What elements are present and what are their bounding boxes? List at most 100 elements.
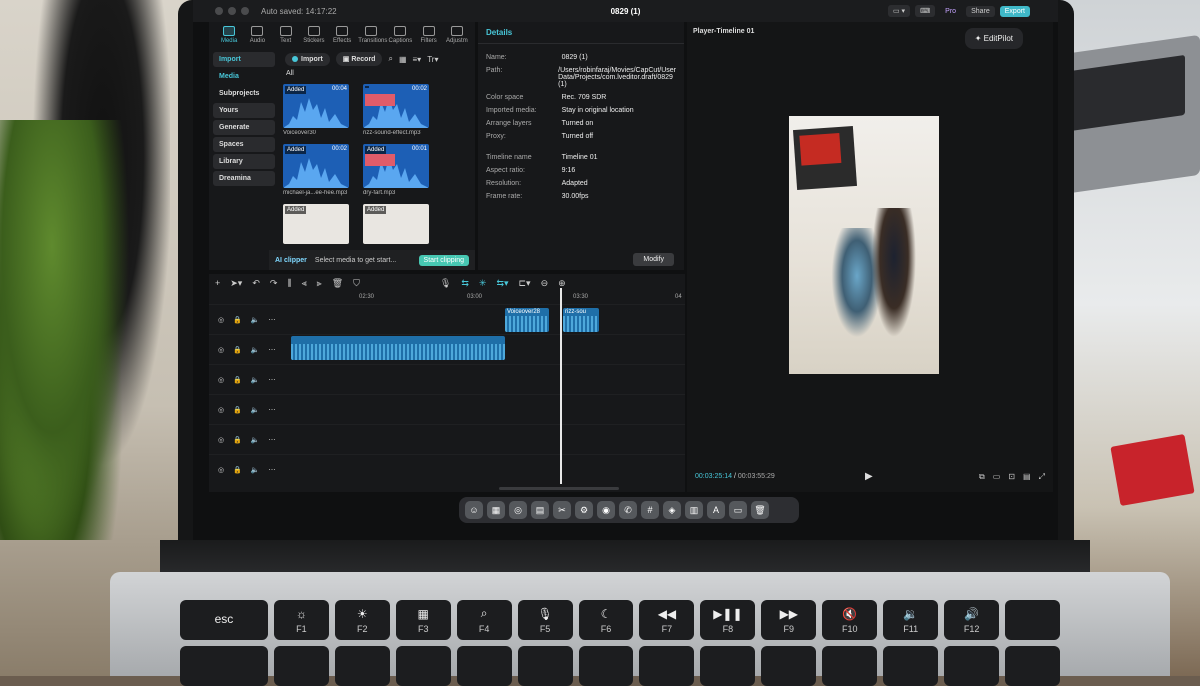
playhead[interactable] — [560, 288, 562, 484]
media-tile[interactable]: Added 00:01 dry-fart.mp3 — [363, 144, 431, 200]
import-button[interactable]: Import — [285, 52, 330, 66]
microphone-icon[interactable]: 🎙 — [440, 278, 451, 289]
whatsapp-icon[interactable]: ✆ — [619, 501, 637, 519]
sidebar-item-library[interactable]: Library — [213, 154, 275, 169]
more-icon[interactable]: ⋯ — [269, 466, 276, 474]
notes-icon[interactable]: ▤ — [531, 501, 549, 519]
more-icon[interactable]: ⋯ — [269, 436, 276, 444]
select-tool-icon[interactable]: ➤▾ — [230, 278, 242, 289]
tab-captions[interactable]: Captions — [388, 26, 412, 44]
sidebar-item-generate[interactable]: Generate — [213, 120, 275, 135]
grid-view-icon[interactable]: ▦ — [399, 55, 407, 64]
video-preview[interactable] — [789, 116, 939, 374]
snap-icon[interactable]: ⇆▾ — [496, 278, 508, 289]
media-tile[interactable]: Added — [283, 204, 351, 256]
timeline-scrollbar[interactable] — [499, 487, 619, 490]
trash-icon[interactable]: 🗑 — [751, 501, 769, 519]
delete-icon[interactable]: 🗑 — [332, 278, 343, 289]
crop-icon[interactable]: ⧉ — [979, 472, 985, 482]
timeline-clip-voiceover[interactable]: Voiceover28 — [505, 308, 549, 332]
track-visibility-icon[interactable]: ◎ — [218, 406, 224, 414]
more-icon[interactable]: ⋯ — [269, 316, 276, 324]
search-icon[interactable]: ⌕ — [388, 54, 392, 64]
track-visibility-icon[interactable]: ◎ — [218, 376, 224, 384]
quality-icon[interactable]: ▤ — [1023, 472, 1031, 482]
screen-icon[interactable]: ▭ — [729, 501, 747, 519]
sidebar-item-subprojects[interactable]: Subprojects — [213, 86, 275, 101]
pro-badge[interactable]: Pro — [940, 6, 961, 17]
chatgpt-icon[interactable]: ◈ — [663, 501, 681, 519]
sidebar-item-dreamina[interactable]: Dreamina — [213, 171, 275, 186]
share-button[interactable]: Share — [966, 5, 995, 17]
mute-icon[interactable]: 🔈 — [251, 346, 260, 354]
timeline-ruler[interactable]: 02:30 03:00 03:30 04 — [291, 292, 685, 304]
lock-icon[interactable]: 🔒 — [233, 406, 242, 414]
sidebar-item-spaces[interactable]: Spaces — [213, 137, 275, 152]
sort-icon[interactable]: ≡▾ — [413, 55, 422, 64]
sidebar-item-import[interactable]: Import — [213, 52, 275, 67]
link-icon[interactable]: ⇆ — [461, 278, 469, 289]
mute-icon[interactable]: 🔈 — [251, 466, 260, 474]
numbers-icon[interactable]: ▥ — [685, 501, 703, 519]
lock-icon[interactable]: 🔒 — [233, 376, 242, 384]
tab-effects[interactable]: Effects — [330, 26, 354, 44]
tab-audio[interactable]: Audio — [245, 26, 269, 44]
track-visibility-icon[interactable]: ◎ — [218, 466, 224, 474]
split-right-icon[interactable]: ⫸ — [317, 278, 322, 289]
tab-transitions[interactable]: Transitions — [358, 26, 387, 44]
lock-icon[interactable]: 🔒 — [233, 466, 242, 474]
mute-icon[interactable]: 🔈 — [251, 406, 260, 414]
export-button[interactable]: Export — [999, 5, 1030, 17]
mute-icon[interactable]: 🔈 — [251, 436, 260, 444]
record-button[interactable]: ▣ Record — [335, 52, 383, 66]
media-tile[interactable]: Added — [363, 204, 431, 256]
ratio-icon[interactable]: ▭ — [993, 472, 1001, 482]
editpilot-button[interactable]: ✦ EditPilot — [964, 28, 1023, 49]
media-tile[interactable]: Added 00:04 Voiceover30 — [283, 84, 351, 140]
settings-icon[interactable]: ⚙ — [575, 501, 593, 519]
add-icon[interactable]: + — [215, 278, 220, 288]
finder-icon[interactable]: ☺ — [465, 501, 483, 519]
layout-icon[interactable]: ▭ ▾ — [887, 5, 911, 17]
text-filter-dropdown[interactable]: Tr▾ — [427, 55, 438, 64]
start-clipping-button[interactable]: Start clipping — [418, 254, 469, 266]
media-tile[interactable]: 00:02 rizz-sound-effect.mp3 — [363, 84, 431, 140]
capcut-icon[interactable]: ✂ — [553, 501, 571, 519]
lock-icon[interactable]: 🔒 — [233, 346, 242, 354]
track-visibility-icon[interactable]: ◎ — [218, 316, 224, 324]
appstore-icon[interactable]: A — [707, 501, 725, 519]
zoom-fit-icon[interactable]: ⊡ — [1008, 472, 1015, 482]
slack-icon[interactable]: # — [641, 501, 659, 519]
redo-icon[interactable]: ↷ — [270, 278, 278, 289]
track-visibility-icon[interactable]: ◎ — [218, 436, 224, 444]
modify-button[interactable]: Modify — [633, 253, 674, 266]
tab-adjustm[interactable]: Adjustm — [445, 26, 469, 44]
tab-filters[interactable]: Filters — [417, 26, 441, 44]
discord-icon[interactable]: ◉ — [597, 501, 615, 519]
shield-icon[interactable]: ⛉ — [353, 278, 360, 289]
split-icon[interactable]: ⫼ — [287, 278, 291, 289]
undo-icon[interactable]: ↶ — [252, 278, 260, 289]
track-visibility-icon[interactable]: ◎ — [218, 346, 224, 354]
mute-icon[interactable]: 🔈 — [251, 376, 260, 384]
sidebar-item-media[interactable]: Media — [213, 69, 275, 84]
lock-icon[interactable]: 🔒 — [233, 316, 242, 324]
tab-media[interactable]: Media — [217, 26, 241, 44]
more-icon[interactable]: ⋯ — [269, 346, 276, 354]
tab-stickers[interactable]: Stickers — [302, 26, 326, 44]
minimize-window-button[interactable] — [228, 7, 236, 15]
lock-icon[interactable]: 🔒 — [233, 436, 242, 444]
play-icon[interactable]: ▶ — [865, 471, 873, 482]
split-left-icon[interactable]: ⫷ — [302, 278, 307, 289]
close-window-button[interactable] — [215, 7, 223, 15]
filter-all-label[interactable]: All — [286, 70, 294, 77]
more-icon[interactable]: ⋯ — [269, 376, 276, 384]
shortcut-icon[interactable]: ⌨ — [915, 5, 936, 17]
timeline-clip-rizz[interactable]: rizz-sou — [563, 308, 599, 332]
safari-icon[interactable]: ◎ — [509, 501, 527, 519]
zoom-window-button[interactable] — [241, 7, 249, 15]
more-icon[interactable]: ⋯ — [269, 406, 276, 414]
launchpad-icon[interactable]: ▦ — [487, 501, 505, 519]
timeline-clip-main-audio[interactable] — [291, 336, 505, 360]
tab-text[interactable]: Text — [274, 26, 298, 44]
